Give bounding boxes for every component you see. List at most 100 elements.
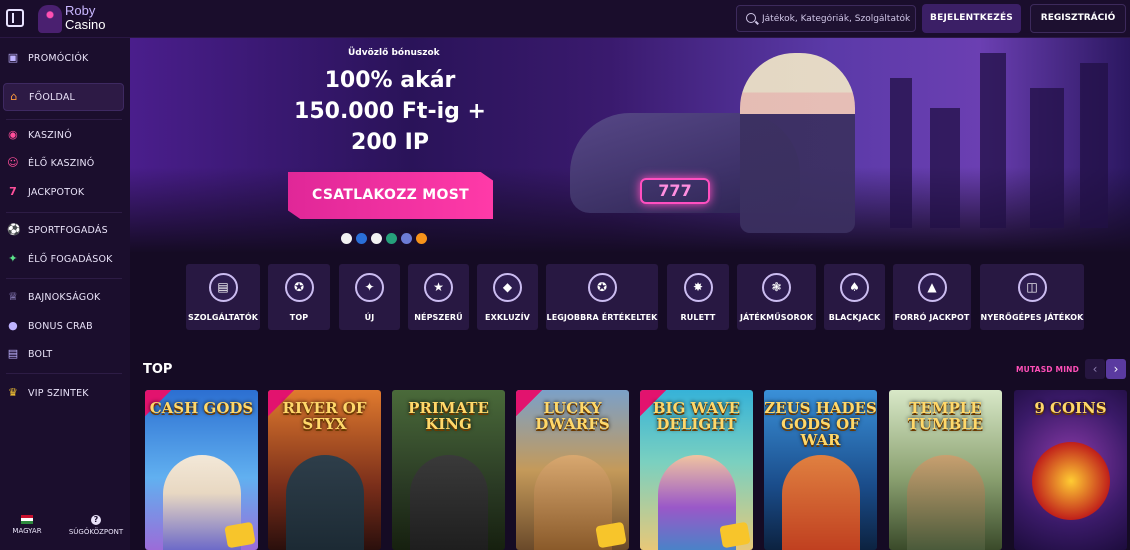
game-card[interactable]: ZEUS HADES GODS OF WAR: [764, 390, 877, 550]
ethereum-icon: [401, 233, 412, 244]
category-top-rated[interactable]: ✪ LEGJOBBRA ÉRTÉKELTEK: [546, 264, 658, 330]
sidebar-item-home[interactable]: ⌂ FŐOLDAL: [3, 83, 124, 111]
next-arrow-icon[interactable]: ›: [1106, 359, 1126, 379]
diamond-icon: ◆: [493, 273, 522, 302]
award-icon: ✪: [587, 273, 617, 302]
sidebar-item-jackpots[interactable]: 7 JACKPOTOK: [0, 178, 124, 206]
game-character: [1032, 442, 1110, 520]
sidebar-divider: [6, 212, 122, 213]
dealer-icon: ☺: [7, 156, 19, 169]
football-icon: ⚽: [7, 223, 21, 236]
trophy-icon: ♕: [7, 290, 19, 303]
star-icon: ★: [424, 273, 453, 302]
sidebar-item-label: BONUS CRAB: [28, 320, 93, 332]
hero-title-line: 200 IP: [351, 130, 429, 155]
rider-illustration: [740, 53, 855, 233]
roulette-icon: ✸: [683, 273, 713, 302]
logo[interactable]: Roby Casino: [65, 4, 105, 32]
top-bar: Roby Casino BEJELENTKEZÉS REGISZTRÁCIÓ: [0, 0, 1130, 38]
sidebar-item-label: VIP SZINTEK: [28, 387, 89, 399]
game-card[interactable]: BIG WAVE DELIGHT: [640, 390, 753, 550]
language-label: MAGYAR: [12, 527, 42, 535]
building-shape: [980, 53, 1006, 228]
sidebar-item-label: SPORTFOGADÁS: [28, 224, 108, 236]
game-card[interactable]: CASH GODS: [145, 390, 258, 550]
game-card[interactable]: 9 COINS: [1014, 390, 1127, 550]
sidebar-item-promotions[interactable]: ▣ PROMÓCIÓK: [0, 44, 124, 72]
wheel-icon: ❃: [762, 273, 791, 302]
game-card[interactable]: LUCKY DWARFS: [516, 390, 629, 550]
search-input[interactable]: [762, 11, 912, 27]
mastercard-icon: [341, 233, 352, 244]
bonus-buy-badge: [719, 521, 751, 549]
building-shape: [890, 78, 912, 228]
seven-icon: 7: [9, 185, 17, 198]
visa-icon: [356, 233, 367, 244]
menu-toggle-icon[interactable]: [6, 9, 24, 27]
category-new[interactable]: ✦ ÚJ: [339, 264, 400, 330]
sidebar-item-casino[interactable]: ◉ KASZINÓ: [0, 121, 124, 149]
category-game-shows[interactable]: ❃ JÁTÉKMŰSOROK: [737, 264, 816, 330]
folder-icon: ▤: [208, 273, 238, 302]
help-center-link[interactable]: ? SÚGÓKÖZPONT: [66, 515, 126, 536]
show-all-link[interactable]: MUTASD MIND: [1016, 365, 1079, 374]
game-title: ZEUS HADES GODS OF WAR: [764, 399, 877, 449]
category-exclusive[interactable]: ◆ EXKLUZÍV: [477, 264, 538, 330]
register-button[interactable]: REGISZTRÁCIÓ: [1030, 4, 1126, 33]
category-hot-jackpot[interactable]: ▲ FORRÓ JACKPOT: [893, 264, 971, 330]
sidebar-item-live-bets[interactable]: ✦ ÉLŐ FOGADÁSOK: [0, 245, 124, 273]
gift-icon: ▣: [7, 51, 19, 64]
sidebar-item-shop[interactable]: ▤ BOLT: [0, 340, 124, 368]
join-now-button[interactable]: CSATLAKOZZ MOST: [288, 172, 493, 219]
help-label: SÚGÓKÖZPONT: [68, 528, 124, 536]
prev-arrow-icon[interactable]: ‹: [1085, 359, 1105, 379]
home-icon: ⌂: [10, 90, 18, 103]
game-title: CASH GODS: [149, 399, 254, 417]
game-title: TEMPLE TUMBLE: [907, 399, 984, 433]
spade-icon: ♠: [840, 273, 869, 302]
sidebar-item-bonus-crab[interactable]: ● BONUS CRAB: [0, 312, 124, 340]
medal-icon: ✪: [284, 273, 314, 302]
category-label: NYERŐGÉPES JÁTÉKOK: [980, 313, 1084, 322]
building-shape: [1080, 63, 1108, 228]
chip-icon: ◉: [8, 128, 18, 141]
category-roulette[interactable]: ✸ RULETT: [667, 264, 729, 330]
category-label: TOP: [289, 313, 309, 322]
hero-subtitle: Üdvözlő bónuszok: [348, 48, 440, 58]
category-top[interactable]: ✪ TOP: [268, 264, 330, 330]
category-providers[interactable]: ▤ SZOLGÁLTATÓK: [186, 264, 260, 330]
bonus-buy-badge: [595, 521, 627, 549]
logo-icon[interactable]: [38, 5, 62, 33]
hero-title: 100% akár 150.000 Ft-ig + 200 IP: [290, 65, 490, 158]
category-label: LEGJOBBRA ÉRTÉKELTEK: [546, 313, 658, 322]
game-character: [286, 455, 364, 550]
category-label: EXKLUZÍV: [485, 313, 530, 322]
sidebar-item-label: JACKPOTOK: [28, 186, 85, 198]
category-blackjack[interactable]: ♠ BLACKJACK: [824, 264, 885, 330]
search-box[interactable]: [736, 5, 916, 32]
sidebar-item-label: KASZINÓ: [28, 129, 72, 141]
sidebar-item-label: PROMÓCIÓK: [28, 52, 89, 64]
game-card[interactable]: PRIMATE KING: [392, 390, 505, 550]
game-card[interactable]: RIVER OF STYX: [268, 390, 381, 550]
sidebar-item-sports[interactable]: ⚽ SPORTFOGADÁS: [0, 216, 124, 244]
category-popular[interactable]: ★ NÉPSZERŰ: [408, 264, 469, 330]
game-card[interactable]: TEMPLE TUMBLE: [889, 390, 1002, 550]
category-label: FORRÓ JACKPOT: [894, 313, 970, 322]
sidebar-item-vip[interactable]: ♛ VIP SZINTEK: [0, 379, 124, 407]
language-selector[interactable]: MAGYAR: [10, 515, 44, 535]
sidebar-item-label: BAJNOKSÁGOK: [28, 291, 101, 303]
search-icon: [746, 13, 756, 23]
flame-icon: ▲: [917, 273, 947, 302]
sidebar-item-label: BOLT: [28, 348, 53, 360]
sidebar-item-live-casino[interactable]: ☺ ÉLŐ KASZINÓ: [0, 149, 124, 177]
login-button[interactable]: BEJELENTKEZÉS: [922, 4, 1021, 33]
sidebar-item-tournaments[interactable]: ♕ BAJNOKSÁGOK: [0, 283, 124, 311]
hero-banner[interactable]: 777 Üdvözlő bónuszok 100% akár 150.000 F…: [130, 38, 1130, 253]
category-label: NÉPSZERŰ: [414, 313, 463, 322]
sparkle-icon: ✦: [355, 273, 384, 302]
sidebar-item-label: ÉLŐ FOGADÁSOK: [28, 253, 113, 265]
category-slots[interactable]: ◫ NYERŐGÉPES JÁTÉKOK: [980, 264, 1084, 330]
hero-title-line: 100% akár: [324, 68, 456, 93]
game-character: [410, 455, 488, 550]
